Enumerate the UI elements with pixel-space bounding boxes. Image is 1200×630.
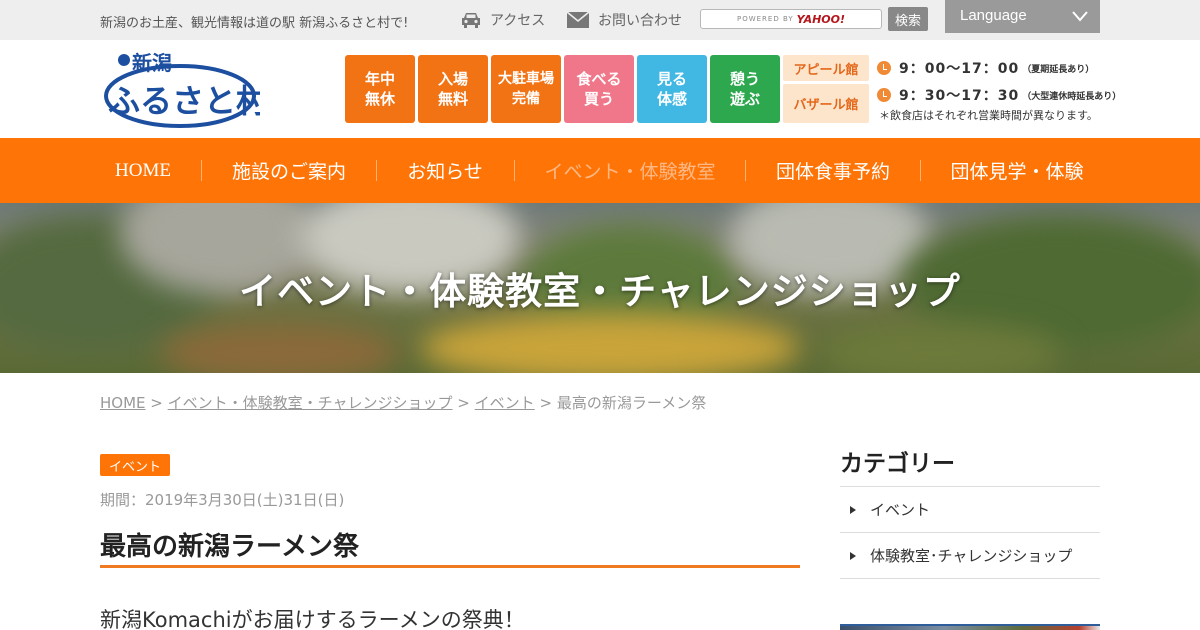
- event-period: 期間：2019年3月30日(土)31日(日): [100, 491, 345, 509]
- access-label: アクセス: [490, 13, 546, 29]
- appeal-hall-label: アピール館: [783, 55, 869, 81]
- sidebar-banner-image[interactable]: [840, 624, 1100, 630]
- nav-divider: [920, 160, 921, 181]
- category-badge[interactable]: イベント: [100, 454, 170, 476]
- main-nav: HOME 施設のご案内 お知らせ イベント・体験教室 団体食事予約 団体見学・体…: [0, 138, 1200, 203]
- post-title: 最高の新潟ラーメン祭: [100, 532, 359, 562]
- triangle-right-icon: [850, 505, 856, 514]
- breadcrumb-home[interactable]: HOME: [100, 394, 146, 412]
- car-icon: [462, 13, 480, 28]
- title-divider: [100, 565, 800, 568]
- breadcrumb-separator: >: [150, 394, 163, 412]
- tile-open-all-year: 年中 無休: [345, 55, 415, 123]
- chevron-down-icon: [1072, 11, 1088, 22]
- nav-home[interactable]: HOME: [100, 138, 186, 203]
- breadcrumb: HOME > イベント・体験教室・チャレンジショップ > イベント > 最高の新…: [100, 392, 706, 413]
- language-selector[interactable]: Language: [945, 0, 1100, 33]
- tile-large-parking: 大駐車場 完備: [491, 55, 561, 123]
- search-button[interactable]: 検索: [888, 7, 928, 31]
- access-link[interactable]: アクセス: [460, 10, 545, 30]
- tile-line1: 入場: [437, 70, 468, 88]
- hero-banner: イベント・体験教室・チャレンジショップ: [0, 203, 1200, 373]
- search-powered-by: POWERED BY: [736, 15, 794, 23]
- tile-line1: 見る: [656, 70, 687, 88]
- appeal-hours-time: 9：00〜17：00: [899, 61, 1020, 77]
- nav-group-tours[interactable]: 団体見学・体験: [934, 138, 1100, 203]
- hero-title: イベント・体験教室・チャレンジショップ: [239, 270, 961, 313]
- tile-eat-buy[interactable]: 食べる 買う: [564, 55, 634, 123]
- tile-line2: 体感: [656, 90, 687, 108]
- tile-line2: 無休: [364, 90, 395, 108]
- tile-line1: 大駐車場: [498, 71, 554, 87]
- bazaar-hours: 9：30〜17：30 （大型連休時延長あり）: [877, 85, 1121, 105]
- tile-line1: 食べる: [576, 70, 622, 88]
- tile-line1: 憩う: [729, 70, 760, 88]
- clock-icon: [877, 88, 891, 102]
- triangle-right-icon: [850, 551, 856, 560]
- sidebar-item-workshops[interactable]: 体験教室･チャレンジショップ: [840, 533, 1100, 578]
- appeal-hours-note: （夏期延長あり）: [1022, 64, 1095, 75]
- site-tagline: 新潟のお土産、観光情報は道の駅 新潟ふるさと村で!: [100, 16, 409, 31]
- breadcrumb-separator: >: [457, 394, 470, 412]
- language-label: Language: [960, 7, 1027, 24]
- bazaar-hours-time: 9：30〜17：30: [899, 88, 1020, 104]
- nav-events-active[interactable]: イベント・体験教室: [528, 138, 732, 203]
- tile-relax-play[interactable]: 憩う 遊ぶ: [710, 55, 780, 123]
- breadcrumb-separator: >: [539, 394, 553, 412]
- tile-free-entry: 入場 無料: [418, 55, 488, 123]
- sidebar-item-label: 体験教室･チャレンジショップ: [870, 547, 1073, 565]
- contact-link[interactable]: お問い合わせ: [566, 10, 682, 30]
- sidebar-item-events[interactable]: イベント: [840, 487, 1100, 532]
- tile-line2: 完備: [512, 91, 540, 107]
- sidebar-heading: カテゴリー: [840, 451, 955, 477]
- nav-divider: [376, 160, 377, 181]
- tile-line2: 無料: [437, 90, 468, 108]
- tile-line2: 遊ぶ: [729, 90, 760, 108]
- breadcrumb-current: 最高の新潟ラーメン祭: [556, 394, 707, 412]
- nav-divider: [745, 160, 746, 181]
- tile-line1: 年中: [364, 70, 395, 88]
- tile-see-experience[interactable]: 見る 体感: [637, 55, 707, 123]
- logo-mark: 新潟 ふるさと村: [104, 51, 268, 128]
- nav-facilities[interactable]: 施設のご案内: [216, 138, 362, 203]
- sidebar-item-label: イベント: [870, 501, 931, 519]
- appeal-hours: 9：00〜17：00 （夏期延長あり）: [877, 58, 1094, 78]
- logo-line2: ふるさと村: [108, 82, 260, 120]
- bazaar-hall-label: バザール館: [783, 84, 869, 123]
- yahoo-brand: YAHOO!: [796, 12, 846, 26]
- top-bar: 新潟のお土産、観光情報は道の駅 新潟ふるさと村で! アクセス お問い合わせ PO…: [0, 0, 1200, 40]
- post-lead: 新潟Komachiがお届けするラーメンの祭典！: [100, 608, 525, 630]
- clock-icon: [877, 61, 891, 75]
- nav-divider: [514, 160, 515, 181]
- logo-line1: 新潟: [132, 51, 172, 75]
- sidebar-divider: [840, 578, 1100, 579]
- site-logo[interactable]: 新潟 ふるさと村: [102, 46, 268, 132]
- restaurant-hours-notice: ＊飲食店はそれぞれ営業時間が異なります。: [879, 109, 1098, 122]
- bazaar-hours-note: （大型連休時延長あり）: [1022, 91, 1122, 102]
- breadcrumb-event-category[interactable]: イベント: [475, 394, 535, 412]
- tile-line2: 買う: [583, 90, 614, 108]
- nav-news[interactable]: お知らせ: [390, 138, 500, 203]
- breadcrumb-events-section[interactable]: イベント・体験教室・チャレンジショップ: [168, 394, 453, 412]
- contact-label: お問い合わせ: [598, 13, 682, 29]
- nav-group-meals[interactable]: 団体食事予約: [760, 138, 906, 203]
- nav-divider: [201, 160, 202, 181]
- search-input[interactable]: POWERED BY YAHOO!: [700, 9, 882, 29]
- mail-icon: [566, 11, 590, 28]
